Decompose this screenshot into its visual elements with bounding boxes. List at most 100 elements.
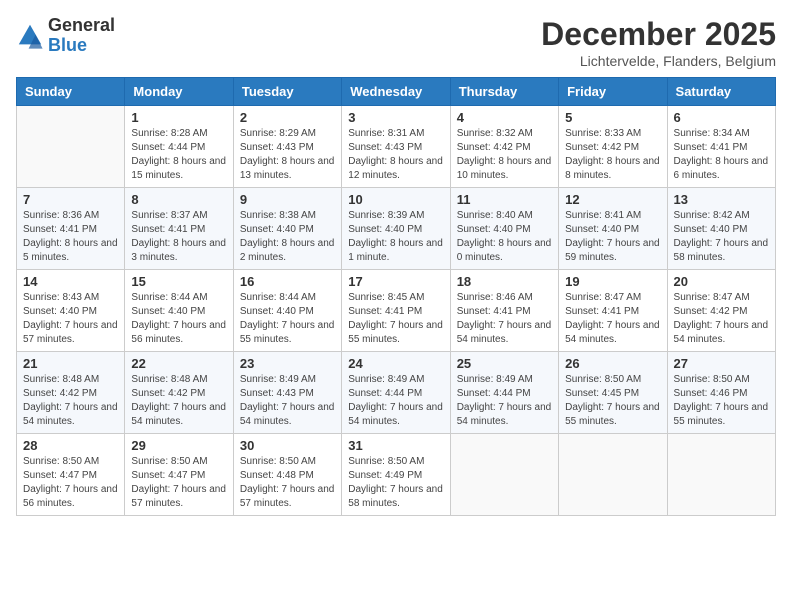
day-info: Sunrise: 8:50 AMSunset: 4:45 PMDaylight:…: [565, 373, 660, 429]
day-info: Sunrise: 8:34 AMSunset: 4:41 PMDaylight:…: [674, 127, 769, 183]
day-number: 28: [23, 438, 118, 453]
day-number: 21: [23, 356, 118, 371]
day-of-week-header: Saturday: [667, 78, 775, 106]
day-info: Sunrise: 8:49 AMSunset: 4:44 PMDaylight:…: [348, 373, 443, 429]
day-number: 9: [240, 192, 335, 207]
day-number: 24: [348, 356, 443, 371]
calendar-day-cell: [17, 106, 125, 188]
day-info: Sunrise: 8:43 AMSunset: 4:40 PMDaylight:…: [23, 291, 118, 347]
day-of-week-header: Sunday: [17, 78, 125, 106]
location: Lichtervelde, Flanders, Belgium: [541, 53, 776, 69]
calendar-day-cell: 4 Sunrise: 8:32 AMSunset: 4:42 PMDaylight…: [450, 106, 558, 188]
calendar-day-cell: [450, 434, 558, 516]
calendar-week-row: 28 Sunrise: 8:50 AMSunset: 4:47 PMDayligh…: [17, 434, 776, 516]
calendar-day-cell: 24 Sunrise: 8:49 AMSunset: 4:44 PMDayligh…: [342, 352, 450, 434]
day-number: 14: [23, 274, 118, 289]
day-of-week-header: Monday: [125, 78, 233, 106]
day-number: 8: [131, 192, 226, 207]
day-number: 22: [131, 356, 226, 371]
day-number: 20: [674, 274, 769, 289]
day-info: Sunrise: 8:38 AMSunset: 4:40 PMDaylight:…: [240, 209, 335, 265]
day-of-week-header: Friday: [559, 78, 667, 106]
day-number: 30: [240, 438, 335, 453]
logo-text: General Blue: [48, 16, 115, 56]
calendar-day-cell: 21Sunrise: 8:48 AMSunset: 4:42 PMDayligh…: [17, 352, 125, 434]
day-number: 26: [565, 356, 660, 371]
day-number: 19: [565, 274, 660, 289]
day-number: 5: [565, 110, 660, 125]
day-info: Sunrise: 8:50 AMSunset: 4:49 PMDaylight:…: [348, 455, 443, 511]
calendar-day-cell: 27Sunrise: 8:50 AMSunset: 4:46 PMDayligh…: [667, 352, 775, 434]
month-title: December 2025: [541, 16, 776, 53]
day-info: Sunrise: 8:32 AMSunset: 4:42 PMDaylight:…: [457, 127, 552, 183]
day-info: Sunrise: 8:44 AMSunset: 4:40 PMDaylight:…: [240, 291, 335, 347]
calendar-day-cell: 18 Sunrise: 8:46 AMSunset: 4:41 PMDayligh…: [450, 270, 558, 352]
calendar-day-cell: 7 Sunrise: 8:36 AMSunset: 4:41 PMDaylight…: [17, 188, 125, 270]
calendar-day-cell: 11Sunrise: 8:40 AMSunset: 4:40 PMDayligh…: [450, 188, 558, 270]
calendar-day-cell: 1Sunrise: 8:28 AMSunset: 4:44 PMDaylight…: [125, 106, 233, 188]
day-number: 17: [348, 274, 443, 289]
calendar-day-cell: 10Sunrise: 8:39 AMSunset: 4:40 PMDayligh…: [342, 188, 450, 270]
day-info: Sunrise: 8:41 AMSunset: 4:40 PMDaylight:…: [565, 209, 660, 265]
day-number: 2: [240, 110, 335, 125]
calendar-day-cell: 23 Sunrise: 8:49 AMSunset: 4:43 PMDayligh…: [233, 352, 341, 434]
day-info: Sunrise: 8:46 AMSunset: 4:41 PMDaylight:…: [457, 291, 552, 347]
day-info: Sunrise: 8:36 AMSunset: 4:41 PMDaylight:…: [23, 209, 118, 265]
day-info: Sunrise: 8:45 AMSunset: 4:41 PMDaylight:…: [348, 291, 443, 347]
day-number: 3: [348, 110, 443, 125]
logo-icon: [16, 22, 44, 50]
calendar-day-cell: 13 Sunrise: 8:42 AMSunset: 4:40 PMDayligh…: [667, 188, 775, 270]
calendar-day-cell: [559, 434, 667, 516]
day-number: 12: [565, 192, 660, 207]
day-info: Sunrise: 8:50 AMSunset: 4:48 PMDaylight:…: [240, 455, 335, 511]
logo: General Blue: [16, 16, 115, 56]
calendar-day-cell: 28 Sunrise: 8:50 AMSunset: 4:47 PMDayligh…: [17, 434, 125, 516]
day-number: 1: [131, 110, 226, 125]
day-number: 4: [457, 110, 552, 125]
logo-blue: Blue: [48, 36, 115, 56]
calendar-day-cell: 19Sunrise: 8:47 AMSunset: 4:41 PMDayligh…: [559, 270, 667, 352]
calendar-day-cell: 3 Sunrise: 8:31 AMSunset: 4:43 PMDaylight…: [342, 106, 450, 188]
calendar-day-cell: 29 Sunrise: 8:50 AMSunset: 4:47 PMDayligh…: [125, 434, 233, 516]
day-number: 16: [240, 274, 335, 289]
calendar-day-cell: 12 Sunrise: 8:41 AMSunset: 4:40 PMDayligh…: [559, 188, 667, 270]
calendar-week-row: 7 Sunrise: 8:36 AMSunset: 4:41 PMDaylight…: [17, 188, 776, 270]
day-number: 13: [674, 192, 769, 207]
calendar-day-cell: 17 Sunrise: 8:45 AMSunset: 4:41 PMDayligh…: [342, 270, 450, 352]
calendar-week-row: 14 Sunrise: 8:43 AMSunset: 4:40 PMDayligh…: [17, 270, 776, 352]
calendar-day-cell: 22Sunrise: 8:48 AMSunset: 4:42 PMDayligh…: [125, 352, 233, 434]
day-info: Sunrise: 8:33 AMSunset: 4:42 PMDaylight:…: [565, 127, 660, 183]
day-info: Sunrise: 8:50 AMSunset: 4:46 PMDaylight:…: [674, 373, 769, 429]
day-info: Sunrise: 8:50 AMSunset: 4:47 PMDaylight:…: [131, 455, 226, 511]
day-info: Sunrise: 8:49 AMSunset: 4:44 PMDaylight:…: [457, 373, 552, 429]
day-info: Sunrise: 8:50 AMSunset: 4:47 PMDaylight:…: [23, 455, 118, 511]
day-of-week-header: Thursday: [450, 78, 558, 106]
calendar-day-cell: 15 Sunrise: 8:44 AMSunset: 4:40 PMDayligh…: [125, 270, 233, 352]
day-info: Sunrise: 8:44 AMSunset: 4:40 PMDaylight:…: [131, 291, 226, 347]
calendar-day-cell: 8Sunrise: 8:37 AMSunset: 4:41 PMDaylight…: [125, 188, 233, 270]
calendar-day-cell: 26 Sunrise: 8:50 AMSunset: 4:45 PMDayligh…: [559, 352, 667, 434]
day-info: Sunrise: 8:49 AMSunset: 4:43 PMDaylight:…: [240, 373, 335, 429]
day-number: 18: [457, 274, 552, 289]
logo-general: General: [48, 16, 115, 36]
calendar-week-row: 21Sunrise: 8:48 AMSunset: 4:42 PMDayligh…: [17, 352, 776, 434]
day-number: 15: [131, 274, 226, 289]
calendar-day-cell: 30 Sunrise: 8:50 AMSunset: 4:48 PMDayligh…: [233, 434, 341, 516]
title-section: December 2025 Lichtervelde, Flanders, Be…: [541, 16, 776, 69]
day-number: 31: [348, 438, 443, 453]
day-info: Sunrise: 8:29 AMSunset: 4:43 PMDaylight:…: [240, 127, 335, 183]
day-info: Sunrise: 8:39 AMSunset: 4:40 PMDaylight:…: [348, 209, 443, 265]
day-info: Sunrise: 8:31 AMSunset: 4:43 PMDaylight:…: [348, 127, 443, 183]
calendar-day-cell: 31 Sunrise: 8:50 AMSunset: 4:49 PMDayligh…: [342, 434, 450, 516]
calendar-day-cell: 2 Sunrise: 8:29 AMSunset: 4:43 PMDaylight…: [233, 106, 341, 188]
day-info: Sunrise: 8:42 AMSunset: 4:40 PMDaylight:…: [674, 209, 769, 265]
day-of-week-header: Wednesday: [342, 78, 450, 106]
day-info: Sunrise: 8:40 AMSunset: 4:40 PMDaylight:…: [457, 209, 552, 265]
day-number: 7: [23, 192, 118, 207]
calendar-week-row: 1Sunrise: 8:28 AMSunset: 4:44 PMDaylight…: [17, 106, 776, 188]
day-number: 29: [131, 438, 226, 453]
calendar-day-cell: 6Sunrise: 8:34 AMSunset: 4:41 PMDaylight…: [667, 106, 775, 188]
day-of-week-header: Tuesday: [233, 78, 341, 106]
day-number: 23: [240, 356, 335, 371]
calendar-header-row: SundayMondayTuesdayWednesdayThursdayFrid…: [17, 78, 776, 106]
